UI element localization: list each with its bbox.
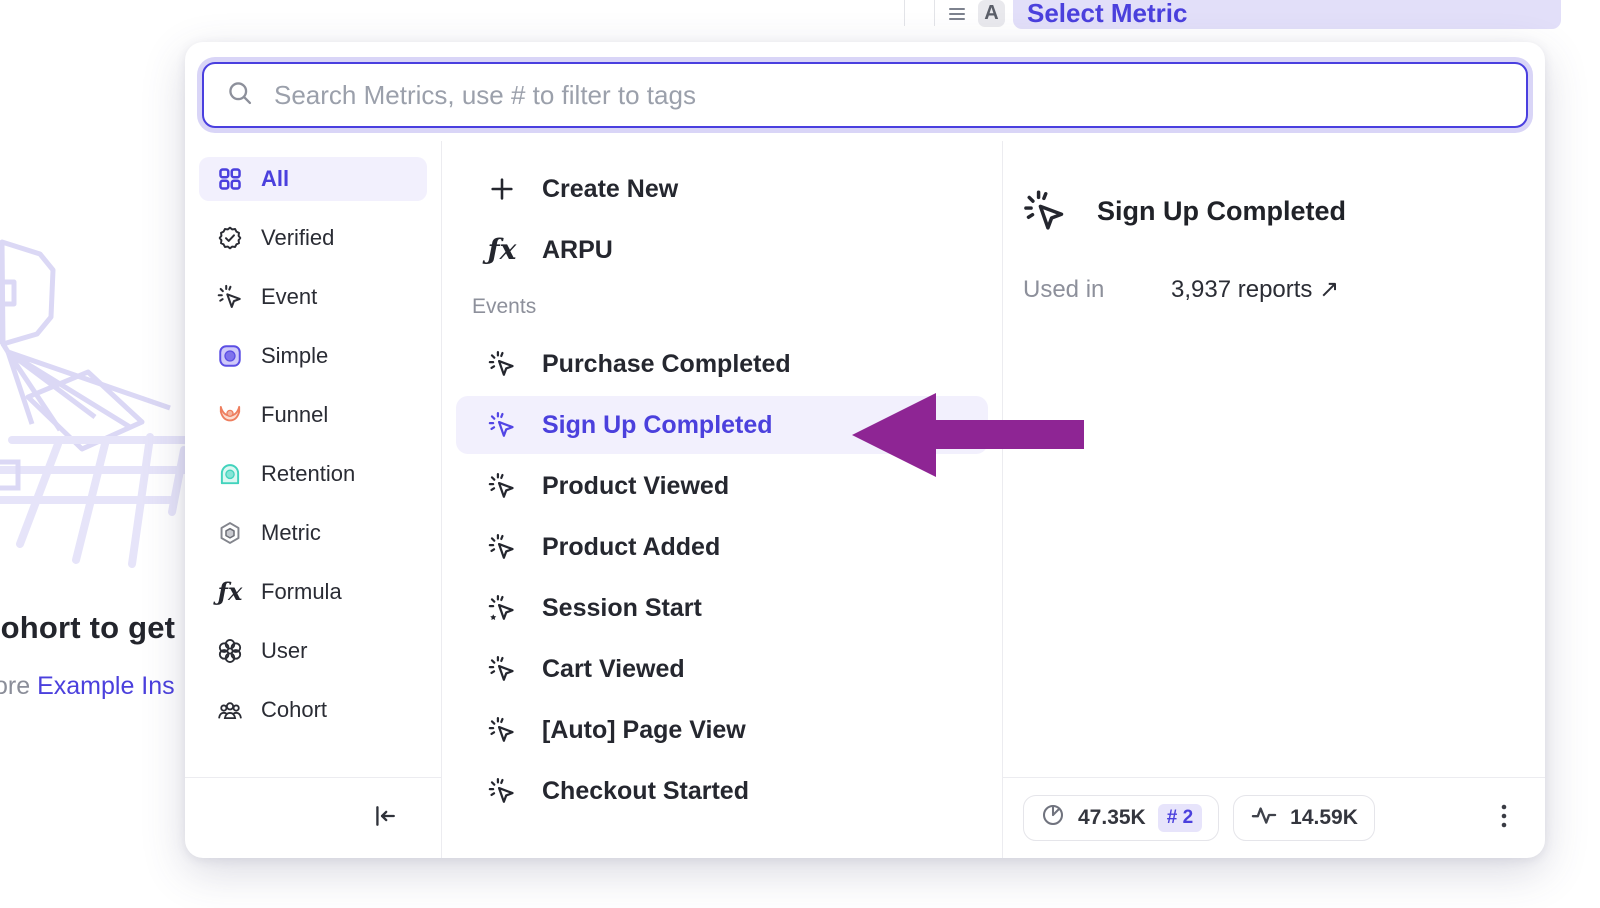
detail-title: Sign Up Completed [1097,196,1346,227]
sidebar-item-user[interactable]: User [199,629,427,673]
toolbar-divider [904,0,905,26]
event-item-label: Purchase Completed [542,350,791,379]
sidebar-item-funnel[interactable]: Funnel [199,393,427,437]
events-section-header: Events [456,282,988,332]
metric-item-arpu[interactable]: ƒx ARPU [456,221,988,279]
event-cursor-icon [1023,189,1067,233]
metric-select-dialog: All Verified Event Simple Funnel [185,42,1545,858]
sidebar-item-label: All [261,166,289,192]
event-item-label: Product Viewed [542,472,729,501]
background-wireframe-art [0,212,190,572]
sidebar-item-label: Verified [261,225,334,251]
event-item-label: [Auto] Page View [542,716,746,745]
drag-handle-icon[interactable] [947,4,967,29]
event-item-auto-page-view[interactable]: [Auto] Page View [456,701,988,759]
create-new-label: Create New [542,175,678,204]
event-cursor-icon [486,714,518,746]
rank-chip: # 2 [1158,804,1202,832]
verified-badge-icon [217,225,243,251]
event-item-session-start[interactable]: Session Start [456,579,988,637]
detail-footer: 47.35K # 2 14.59K [1003,777,1545,858]
event-cursor-icon [486,775,518,807]
metric-item-label: ARPU [542,236,613,265]
event-item-checkout-started[interactable]: Checkout Started [456,762,988,820]
event-item-product-added[interactable]: Product Added [456,518,988,576]
select-metric-button[interactable]: Select Metric [1013,0,1561,29]
event-item-label: Product Added [542,533,720,562]
event-item-sign-up-completed[interactable]: Sign Up Completed [456,396,988,454]
stat-value: 14.59K [1290,806,1358,830]
event-item-label: Cart Viewed [542,655,685,684]
sidebar-item-label: Cohort [261,697,327,723]
sidebar-item-formula[interactable]: ƒx Formula [199,570,427,614]
more-options-button[interactable] [1499,802,1509,835]
sidebar-item-label: User [261,638,307,664]
stat-value: 47.35K [1078,806,1146,830]
sidebar-item-simple[interactable]: Simple [199,334,427,378]
metric-toolbar: A Select Metric [890,0,1600,30]
event-item-label: Sign Up Completed [542,411,773,440]
metric-list: Create New ƒx ARPU Events Purchase Compl… [441,141,1003,858]
sidebar-item-label: Metric [261,520,321,546]
sidebar-item-label: Formula [261,579,342,605]
sidebar-item-label: Event [261,284,317,310]
funnel-icon [217,402,243,428]
plus-icon [486,173,518,205]
event-cursor-icon [486,653,518,685]
pie-chart-icon [1040,802,1066,834]
grid-icon [217,166,243,192]
example-insights-link[interactable]: Example Ins [37,672,175,700]
metric-hexagon-icon [217,520,243,546]
simple-metric-icon [217,343,243,369]
series-a-badge: A [978,0,1005,27]
event-item-product-viewed[interactable]: Product Viewed [456,457,988,515]
pulse-icon [1250,801,1278,835]
link-prefix: ore [0,672,37,700]
metric-detail-panel: Sign Up Completed Used in 3,937 reports … [1003,141,1545,858]
select-metric-label: Select Metric [1027,0,1187,26]
sidebar-item-all[interactable]: All [199,157,427,201]
event-cursor-icon [486,531,518,563]
event-cursor-icon [486,348,518,380]
toolbar-divider [934,0,935,26]
sidebar-item-retention[interactable]: Retention [199,452,427,496]
event-cursor-icon [217,284,243,310]
event-cursor-icon [486,470,518,502]
background-heading: Cohort to get s [0,610,201,646]
used-in-label: Used in [1023,276,1171,304]
category-sidebar: All Verified Event Simple Funnel [185,141,441,858]
sidebar-footer [185,777,441,858]
event-item-cart-viewed[interactable]: Cart Viewed [456,640,988,698]
stat-badge-volume[interactable]: 47.35K # 2 [1023,795,1219,841]
stat-badge-activity[interactable]: 14.59K [1233,795,1375,841]
sidebar-item-label: Funnel [261,402,328,428]
event-cursor-icon [486,409,518,441]
sidebar-item-event[interactable]: Event [199,275,427,319]
search-input[interactable] [272,79,1504,112]
formula-fx-icon: ƒx [486,234,518,266]
kebab-icon [1499,802,1509,835]
user-cluster-icon [217,638,243,664]
event-item-purchase-completed[interactable]: Purchase Completed [456,335,988,393]
cohort-people-icon [217,697,243,723]
collapse-icon [371,802,399,835]
create-new-button[interactable]: Create New [456,160,988,218]
event-item-label: Checkout Started [542,777,749,806]
collapse-sidebar-button[interactable] [371,802,399,835]
sidebar-item-label: Simple [261,343,328,369]
event-cursor-star-icon [486,592,518,624]
search-icon [226,79,254,112]
sidebar-item-metric[interactable]: Metric [199,511,427,555]
search-bar [197,57,1533,133]
sidebar-item-verified[interactable]: Verified [199,216,427,260]
retention-icon [217,461,243,487]
background-link-line: ore Example Ins [0,672,175,701]
event-item-label: Session Start [542,594,702,623]
used-in-reports-link[interactable]: 3,937 reports ↗ [1171,275,1339,304]
formula-fx-icon: ƒx [217,579,243,605]
sidebar-item-label: Retention [261,461,355,487]
sidebar-item-cohort[interactable]: Cohort [199,688,427,732]
external-arrow-icon: ↗ [1319,276,1339,303]
